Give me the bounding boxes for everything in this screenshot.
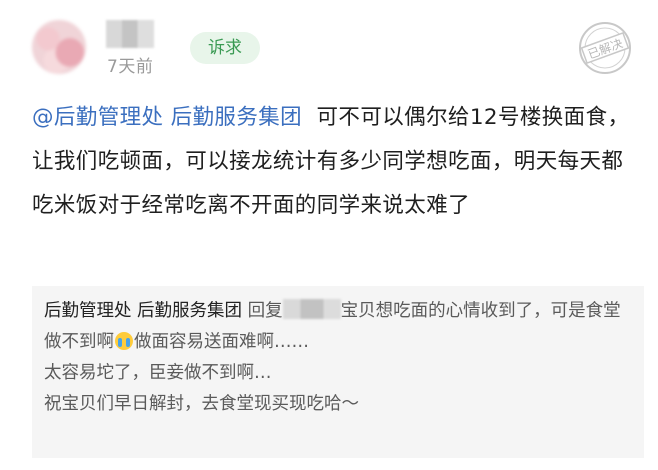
reply-line4: 祝宝贝们早日解封，去食堂现买现吃哈～: [44, 394, 359, 414]
crying-face-icon: [115, 332, 133, 350]
reply-line3: 太容易坨了，臣妾做不到啊…: [44, 363, 272, 383]
mention-link[interactable]: @后勤管理处 后勤服务集团: [32, 105, 302, 130]
post-card: 7天前 诉求 已解决 @后勤管理处 后勤服务集团 可不可以偶尔给12号楼换面食，…: [0, 0, 658, 470]
post-content: @后勤管理处 后勤服务集团 可不可以偶尔给12号楼换面食，让我们吃顿面，可以接龙…: [32, 96, 637, 228]
reply-verb: 回复: [247, 301, 283, 321]
official-reply: 后勤管理处 后勤服务集团 回复 宝贝想吃面的心情收到了，可是食堂做不到啊 做面容易送…: [32, 286, 644, 458]
post-time: 7天前: [107, 57, 154, 77]
username-redacted[interactable]: [106, 20, 154, 48]
resolved-stamp-icon: 已解决: [579, 22, 631, 74]
reply-target-redacted[interactable]: [282, 299, 341, 319]
reply-author[interactable]: 后勤管理处 后勤服务集团: [44, 301, 242, 321]
category-tag[interactable]: 诉求: [190, 32, 260, 64]
reply-text-part2: 做面容易送面难啊……: [134, 332, 309, 352]
avatar[interactable]: [32, 20, 86, 74]
